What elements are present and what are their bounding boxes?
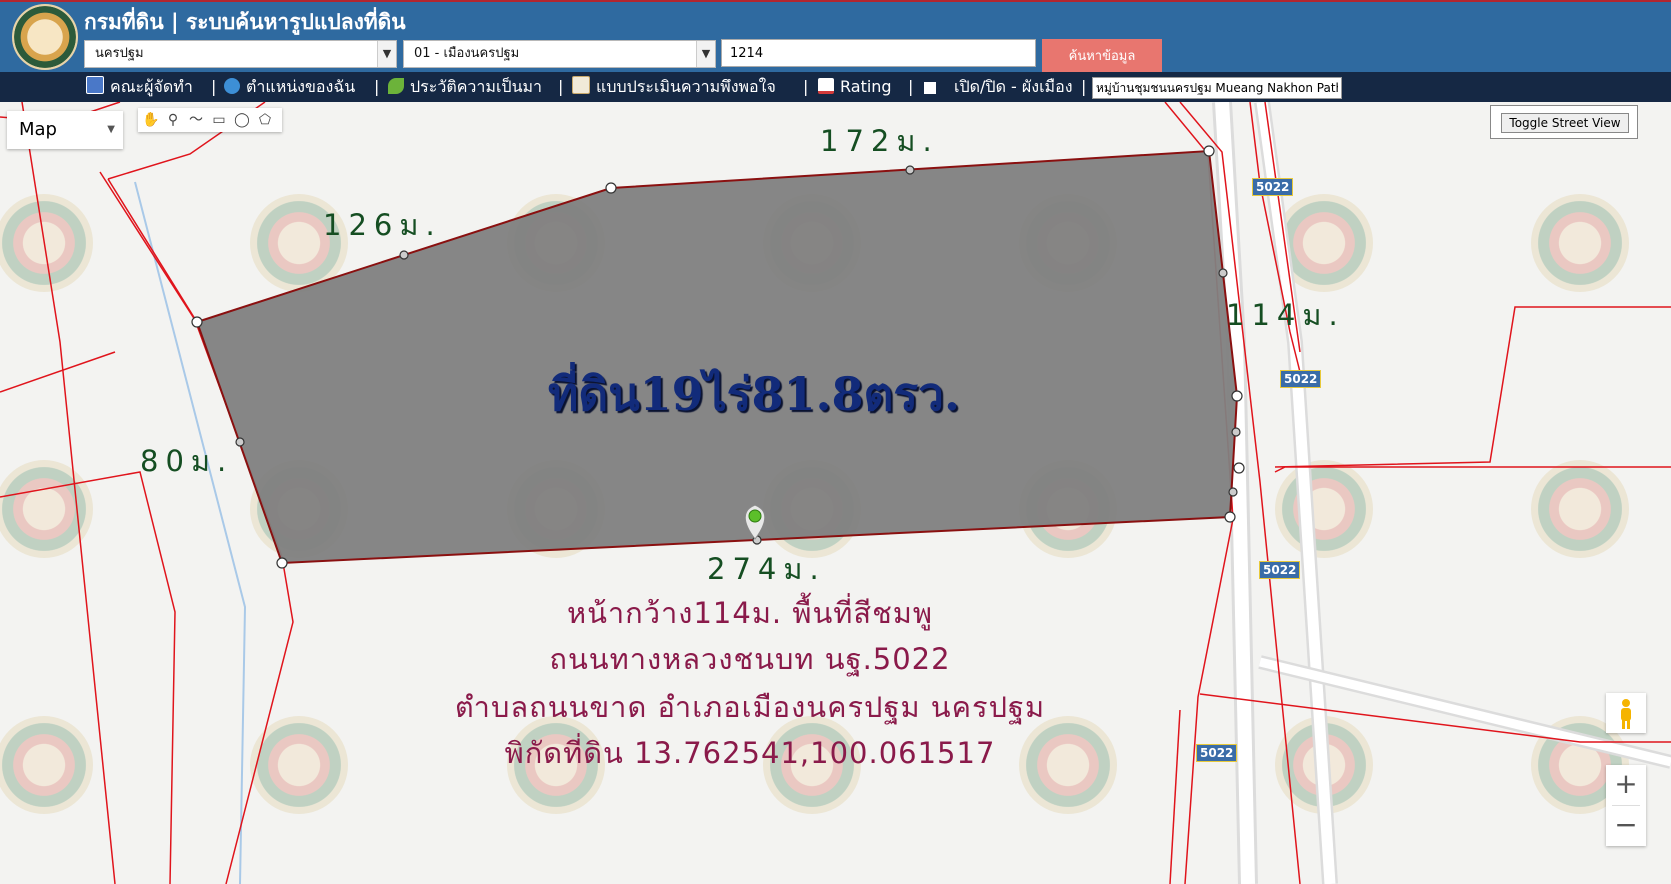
zoom-out-button[interactable]: −: [1606, 806, 1646, 846]
dimension-label-right: 114ม.: [1226, 298, 1345, 332]
village-search-input[interactable]: [1092, 77, 1342, 99]
dimension-label-left: 80ม.: [140, 444, 234, 478]
sprout-icon: [388, 78, 404, 94]
map-canvas[interactable]: 5022 5022 5022 5022 172ม. 126ม. 114ม. 80…: [0, 102, 1671, 884]
map-type-label: Map: [19, 119, 57, 140]
road-number-badge: 5022: [1252, 178, 1294, 196]
nav-bar: คณะผู้จัดทำ | ตำแหน่งของฉัน | ประวัติควา…: [0, 72, 1671, 102]
caption-line-coordinates: พิกัดที่ดิน 13.762541,100.061517: [504, 736, 996, 770]
polyline-icon[interactable]: 〜: [188, 112, 204, 128]
app-window: กรมที่ดิน | ระบบค้นหารูปแปลงที่ดิน นครปฐ…: [0, 0, 1671, 884]
nav-separator: |: [908, 77, 914, 96]
district-select-value: 01 - เมืองนครปฐม: [414, 46, 520, 61]
nav-separator: |: [374, 77, 380, 96]
nav-separator: |: [558, 77, 564, 96]
square-icon: [924, 82, 936, 94]
parcel-number-input[interactable]: [721, 39, 1036, 67]
drawing-toolbar: ✋ ⚲ 〜 ▭ ◯ ⬠: [138, 108, 282, 132]
district-select[interactable]: 01 - เมืองนครปฐม ▼: [403, 40, 716, 68]
nav-item-survey[interactable]: แบบประเมินความพึงพอใจ: [572, 72, 776, 102]
department-seal-logo: [12, 4, 78, 70]
province-select[interactable]: นครปฐม ▼: [84, 40, 397, 68]
dimension-label-top: 172ม.: [820, 124, 939, 158]
memo-icon: [572, 76, 590, 94]
caption-line-location: ตำบลถนนขาด อำเภอเมืองนครปฐม นครปฐม: [454, 690, 1046, 724]
nav-item-label: แบบประเมินความพึงพอใจ: [596, 77, 776, 96]
globe-icon: [224, 78, 240, 94]
nav-item-team[interactable]: คณะผู้จัดทำ: [86, 72, 193, 102]
gift-icon: [86, 76, 104, 94]
chevron-down-icon: ▼: [377, 41, 396, 67]
street-view-control: Toggle Street View: [1490, 105, 1638, 139]
caption-line-frontage: หน้ากว้าง114ม. พื้นที่สีชมพู: [566, 596, 934, 630]
circle-icon[interactable]: ◯: [234, 112, 250, 128]
road-number-badge: 5022: [1259, 561, 1301, 579]
header-bar: กรมที่ดิน | ระบบค้นหารูปแปลงที่ดิน นครปฐ…: [0, 0, 1671, 72]
marker-icon[interactable]: ⚲: [165, 112, 181, 128]
caret-down-icon: ▼: [107, 124, 115, 135]
road-number-badge: 5022: [1280, 370, 1322, 388]
zoom-control: + −: [1606, 765, 1646, 846]
nav-item-history[interactable]: ประวัติความเป็นมา: [388, 72, 542, 102]
pegman-icon[interactable]: [1606, 693, 1646, 733]
nav-item-my-location[interactable]: ตำแหน่งของฉัน: [224, 72, 355, 102]
nav-separator: |: [803, 77, 809, 96]
chevron-down-icon: ▼: [696, 41, 715, 67]
nav-item-rating[interactable]: Rating: [818, 72, 892, 102]
map-type-select[interactable]: Map ▼: [7, 111, 123, 149]
hand-pan-icon[interactable]: ✋: [142, 112, 159, 128]
area-label: ที่ดิน19ไร่81.8ตรว.: [548, 367, 960, 421]
zoom-in-button[interactable]: +: [1606, 765, 1646, 805]
chart-icon: [818, 78, 834, 94]
search-button[interactable]: ค้นหาข้อมูล: [1042, 39, 1162, 72]
nav-item-label: ประวัติความเป็นมา: [410, 77, 543, 96]
toggle-street-view-button[interactable]: Toggle Street View: [1501, 113, 1629, 133]
nav-item-label: เปิด/ปิด - ผังเมือง: [954, 77, 1073, 96]
dimension-label-top-left: 126ม.: [323, 208, 442, 242]
polygon-icon[interactable]: ⬠: [257, 112, 273, 128]
nav-item-label: Rating: [840, 77, 892, 96]
dimension-label-bottom: 274ม.: [707, 552, 826, 586]
nav-separator: |: [1081, 77, 1087, 96]
caption-line-road: ถนนทางหลวงชนบท นฐ.5022: [549, 642, 951, 676]
province-select-value: นครปฐม: [95, 46, 144, 61]
nav-item-label: ตำแหน่งของฉัน: [246, 77, 356, 96]
nav-item-label: คณะผู้จัดทำ: [110, 77, 193, 96]
app-title: กรมที่ดิน | ระบบค้นหารูปแปลงที่ดิน: [84, 10, 406, 34]
nav-separator: |: [211, 77, 217, 96]
rectangle-icon[interactable]: ▭: [211, 112, 227, 128]
canal: [134, 181, 247, 884]
nav-item-city-plan-toggle[interactable]: เปิด/ปิด - ผังเมือง: [924, 72, 1073, 102]
